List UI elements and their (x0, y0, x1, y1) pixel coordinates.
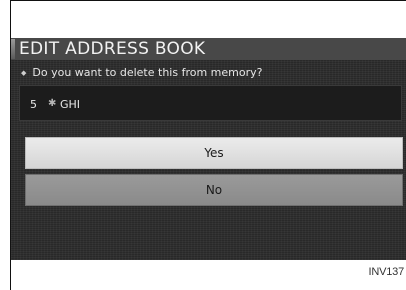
page-title: EDIT ADDRESS BOOK (19, 39, 206, 59)
confirmation-prompt: ◆ Do you want to delete this from memory? (21, 66, 262, 79)
navigation-screen: EDIT ADDRESS BOOK ◆ Do you want to delete… (11, 38, 406, 260)
title-bar: EDIT ADDRESS BOOK (11, 38, 406, 60)
location-marker-icon: ✱ (48, 98, 57, 109)
entry-number: 5 (30, 98, 37, 111)
prompt-text: Do you want to delete this from memory? (32, 66, 263, 79)
title-accent-bar (11, 39, 15, 59)
figure-code: INV137 (368, 266, 405, 278)
entry-name: GHI (60, 98, 81, 111)
yes-button[interactable]: Yes (25, 137, 403, 169)
diamond-bullet-icon: ◆ (21, 69, 27, 77)
no-button[interactable]: No (25, 174, 403, 206)
address-entry-row: 5 ✱ GHI (19, 85, 402, 121)
